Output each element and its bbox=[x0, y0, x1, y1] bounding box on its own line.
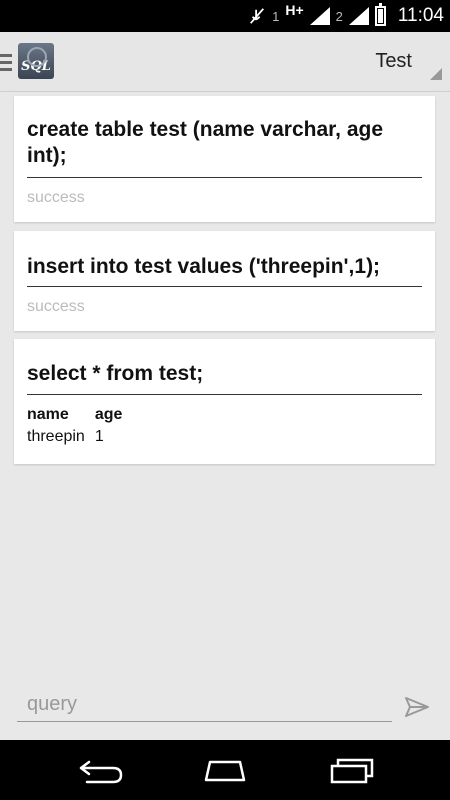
card-divider bbox=[27, 286, 422, 287]
app-logo-text: SQL bbox=[21, 59, 51, 74]
signal-icon-sim1 bbox=[309, 7, 330, 25]
app-logo[interactable]: SQL bbox=[18, 43, 54, 79]
query-card-2[interactable]: insert into test values ('threepin',1); … bbox=[14, 231, 435, 331]
card-query-text: insert into test values ('threepin',1); bbox=[27, 255, 381, 278]
database-selector[interactable]: Test bbox=[336, 38, 446, 86]
send-icon[interactable] bbox=[400, 690, 434, 724]
card-result-text: success bbox=[27, 189, 85, 206]
card-result-text: success bbox=[27, 298, 85, 315]
table-row: threepin 1 bbox=[27, 426, 132, 448]
network-type: H+ bbox=[285, 2, 304, 18]
recent-apps-icon[interactable] bbox=[328, 754, 378, 786]
table-header-row: name age bbox=[27, 404, 132, 426]
card-divider bbox=[27, 177, 422, 178]
muted-icon bbox=[250, 8, 265, 24]
action-bar: SQL Test bbox=[0, 32, 450, 92]
query-card-3[interactable]: select * from test; name age threepin 1 bbox=[14, 339, 435, 464]
query-card-1[interactable]: create table test (name varchar, age int… bbox=[14, 96, 435, 222]
dropdown-arrow-icon bbox=[430, 68, 442, 80]
database-selector-label: Test bbox=[375, 50, 412, 72]
query-input[interactable] bbox=[17, 688, 392, 722]
sim1-label: 1 bbox=[272, 8, 280, 24]
home-icon[interactable] bbox=[200, 754, 250, 786]
navigation-bar bbox=[0, 740, 450, 800]
card-divider bbox=[27, 394, 422, 395]
battery-icon bbox=[374, 3, 386, 26]
table-header-cell: age bbox=[94, 406, 123, 423]
hamburger-icon[interactable] bbox=[0, 54, 12, 72]
signal-icon-sim2 bbox=[348, 7, 369, 25]
card-query-text: select * from test; bbox=[27, 362, 204, 385]
card-query-text: create table test (name varchar, age int… bbox=[27, 118, 384, 167]
result-table: name age threepin 1 bbox=[27, 404, 132, 448]
table-cell: threepin bbox=[27, 428, 85, 445]
clock: 11:04 bbox=[397, 5, 444, 26]
back-icon[interactable] bbox=[75, 754, 125, 786]
status-bar: 1 H+ 2 11:04 bbox=[0, 0, 450, 32]
table-header-cell: name bbox=[27, 406, 69, 423]
sim2-label: 2 bbox=[335, 8, 343, 24]
table-cell: 1 bbox=[94, 428, 104, 445]
